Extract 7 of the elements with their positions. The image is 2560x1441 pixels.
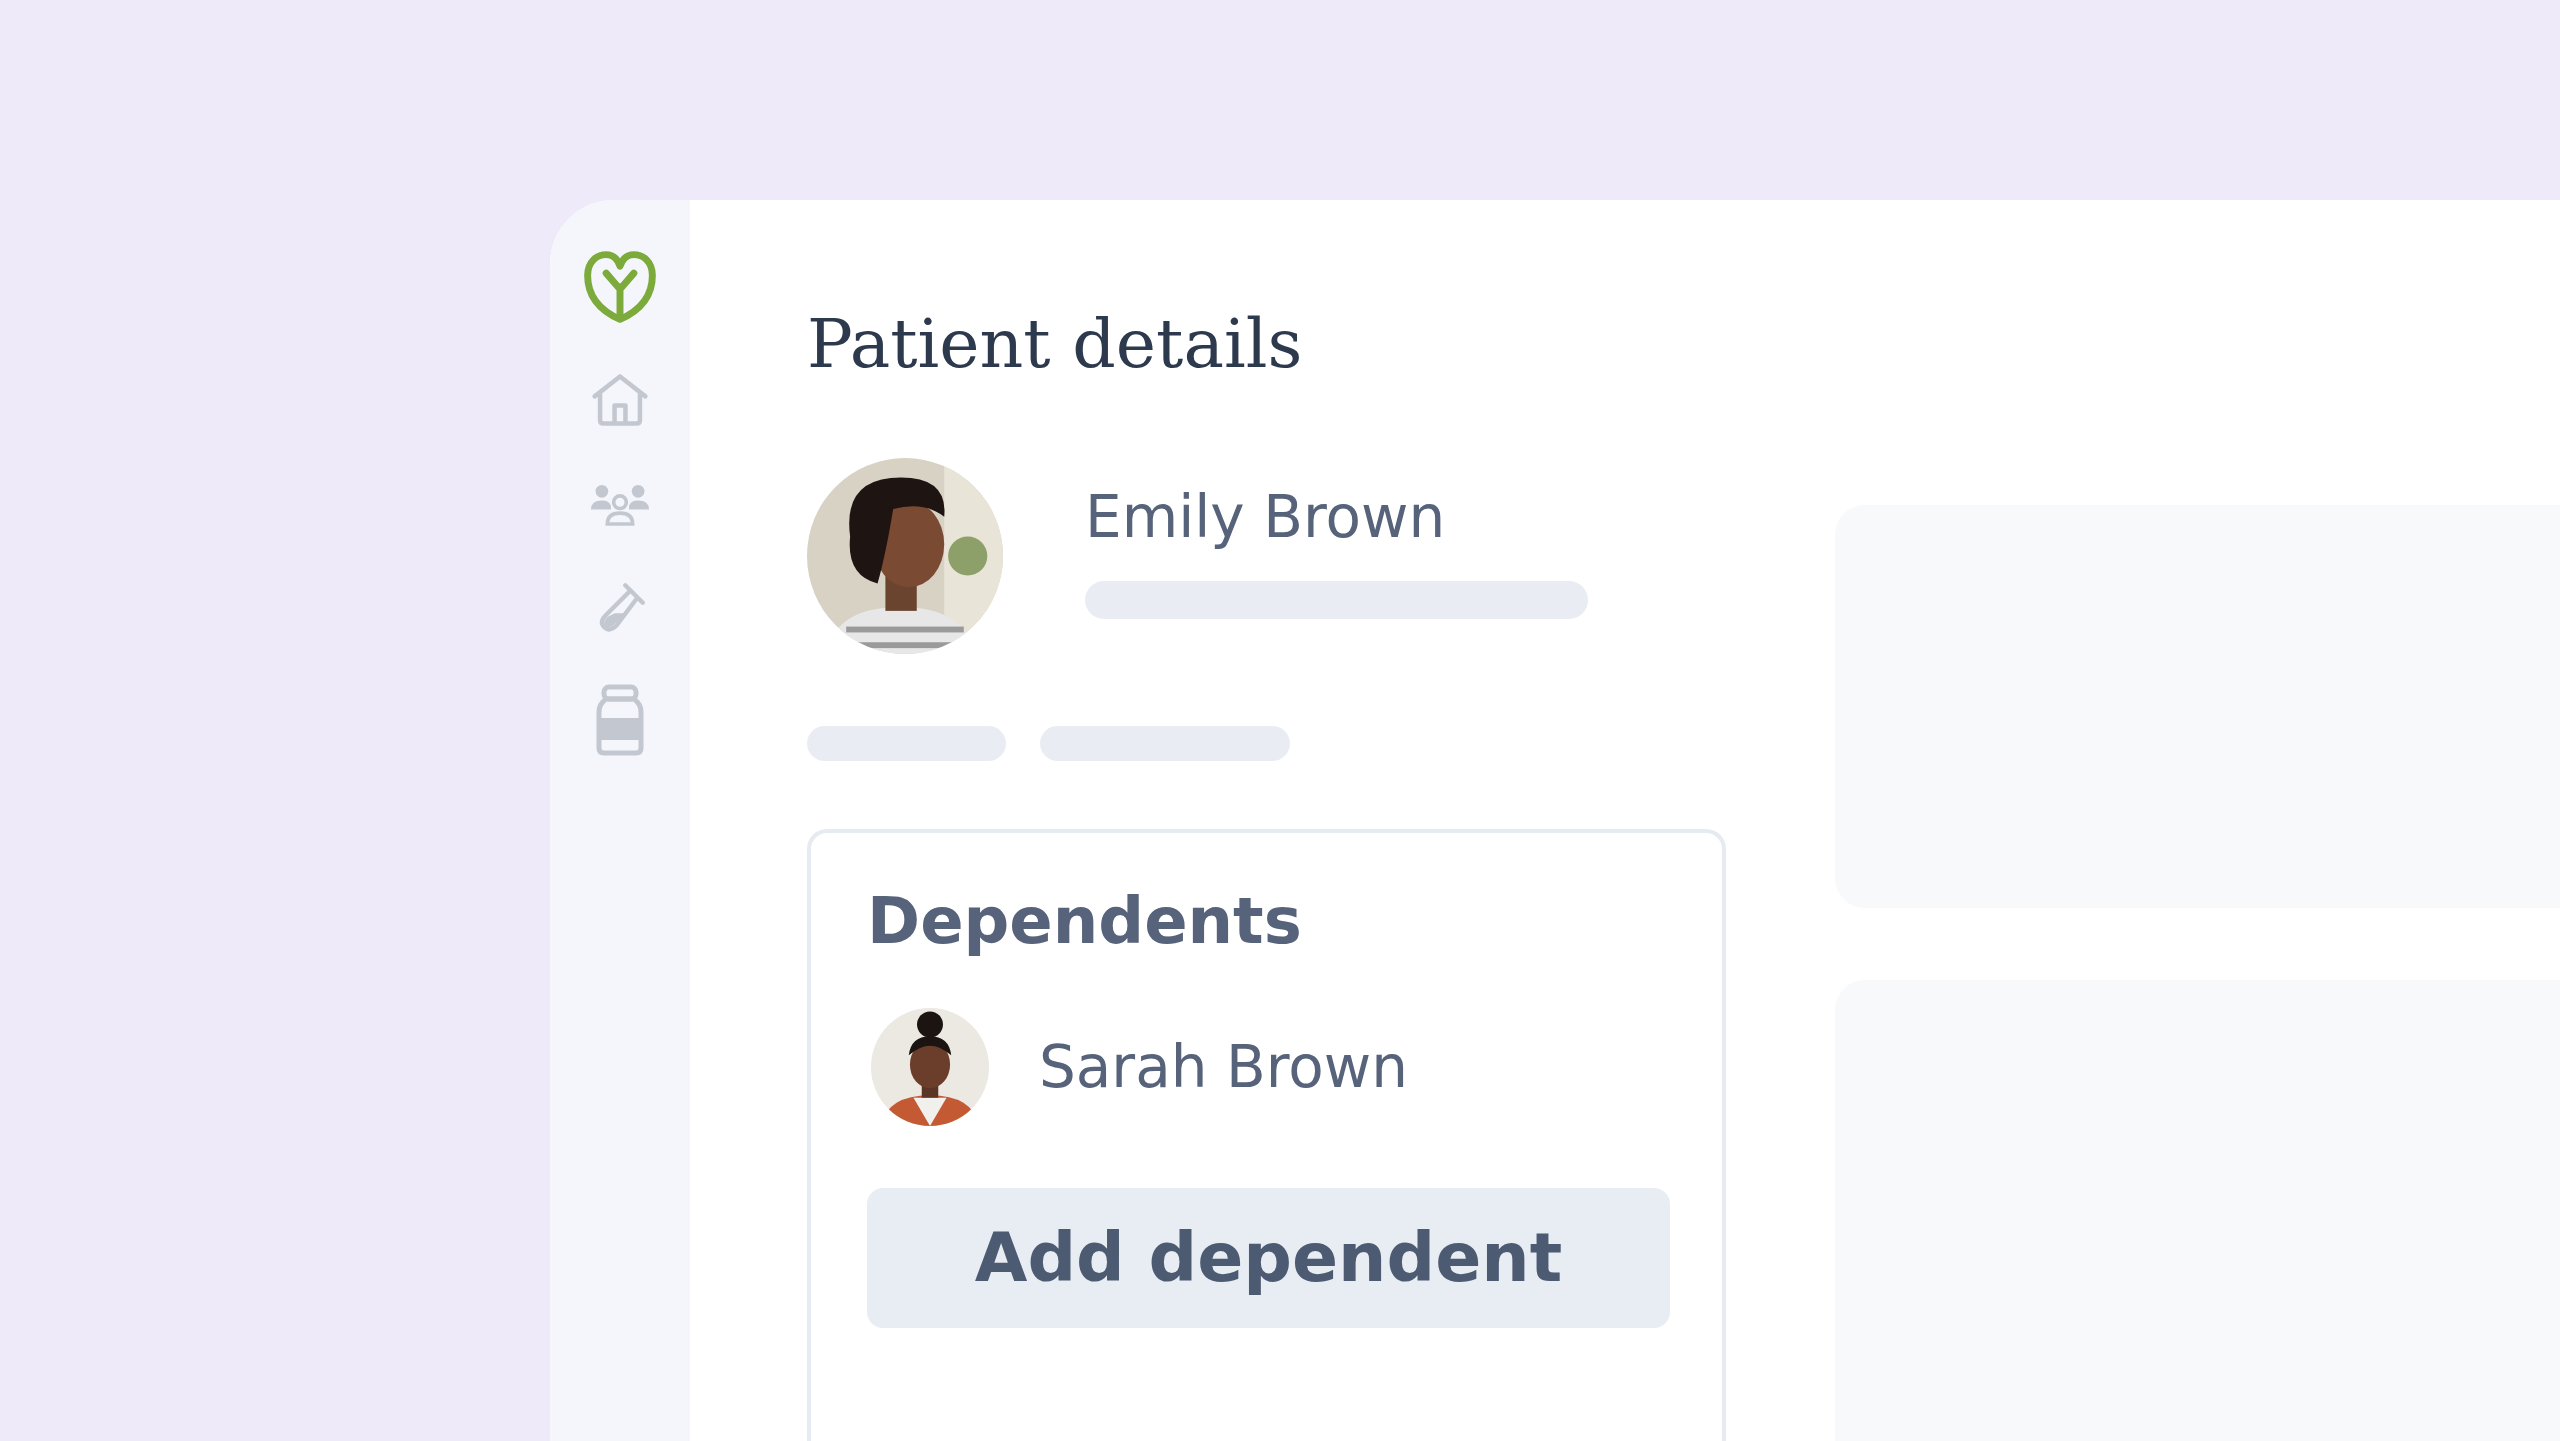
card-title: Dependents [867,883,1303,960]
home-icon[interactable] [591,372,649,428]
page-title: Patient details [807,310,1304,378]
jar-icon[interactable] [596,684,644,756]
add-dependent-button[interactable]: Add dependent [867,1187,1670,1328]
dependent-name: Sarah Brown [1039,1032,1408,1101]
patient-name: Emily Brown [1085,483,1447,551]
